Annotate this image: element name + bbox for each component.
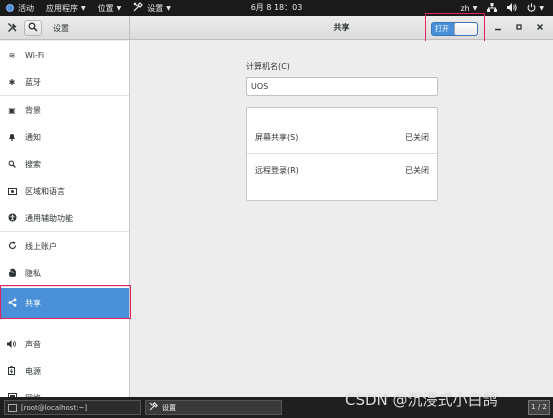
settings-app-label: 设置 (147, 3, 164, 13)
sidebar-item-accessibility[interactable]: 通用辅助功能 (0, 205, 129, 232)
terminal-icon (8, 403, 17, 412)
sidebar-item-wifi[interactable]: ≋ Wi-Fi (0, 42, 129, 69)
activities-label: 活动 (18, 3, 34, 13)
sharing-panel: 计算机名(C) UOS 屏幕共享(S) 已关闭 远程登录(R) 已关闭 (131, 41, 553, 397)
places-menu[interactable]: 位置 ▼ (92, 0, 128, 16)
wifi-icon: ≋ (8, 51, 16, 60)
remote-login-status: 已关闭 (405, 166, 429, 175)
toggle-highlight: 打开 (425, 13, 485, 42)
tools-icon (7, 22, 18, 35)
sidebar-item-background[interactable]: ▣ 背景 (0, 97, 129, 124)
sidebar-item-search[interactable]: 搜索 (0, 151, 129, 178)
watermark: CSDN @沉浸式小白鸽 (345, 391, 498, 409)
list-item-screen-sharing[interactable]: 屏幕共享(S) 已关闭 (247, 121, 437, 154)
toggle-on-label: 打开 (435, 25, 449, 33)
sharing-toggle-switch[interactable]: 打开 (431, 22, 478, 36)
sidebar-header: 设置 (0, 16, 130, 40)
sidebar-title: 设置 (53, 23, 69, 33)
sidebar-item-label: 隐私 (25, 268, 41, 278)
power-icon (7, 366, 17, 377)
camera-icon (7, 187, 17, 197)
sidebar-item-label: 蓝牙 (25, 77, 41, 87)
privacy-icon (7, 268, 17, 279)
power-icon (527, 2, 536, 14)
sharing-options-list: 屏幕共享(S) 已关闭 远程登录(R) 已关闭 (246, 107, 438, 201)
close-button[interactable] (533, 21, 547, 35)
sidebar-item-sound[interactable]: 声音 (0, 331, 129, 358)
bell-icon (7, 133, 17, 143)
sidebar-item-notifications[interactable]: 通知 (0, 124, 129, 151)
screen-sharing-status: 已关闭 (405, 132, 429, 142)
sidebar-item-label: Wi-Fi (25, 51, 45, 60)
computer-name-label: 计算机名(C) (246, 62, 290, 71)
sidebar-item-region-language[interactable]: 区域和语言 (0, 178, 129, 205)
list-item-remote-login[interactable]: 远程登录(R) 已关闭 (247, 154, 437, 187)
clock[interactable]: 6月 8 18：03 (251, 3, 303, 12)
sidebar-item-label: 背景 (25, 106, 41, 115)
sidebar-item-label: 声音 (25, 340, 41, 349)
sidebar-item-label: 区域和语言 (25, 187, 65, 196)
search-button[interactable] (24, 20, 42, 36)
sidebar-item-online-accounts[interactable]: 线上账户 (0, 233, 129, 260)
volume-icon (507, 2, 518, 14)
settings-window: 设置 共享 打开 ≋ Wi-Fi ✱ 蓝牙 ▣ 背景 通知 搜索 区域和语言 通… (0, 13, 553, 397)
taskbar-item-settings[interactable]: 设置 (145, 400, 282, 415)
sidebar-item-label: 搜索 (25, 160, 41, 169)
volume-status[interactable] (502, 0, 522, 16)
minimize-icon (494, 23, 502, 34)
sidebar-item-label: 电源 (25, 367, 41, 376)
chevron-down-icon: ▼ (116, 4, 122, 12)
tools-menu-button[interactable] (3, 20, 21, 36)
computer-name-field[interactable]: UOS (246, 77, 438, 96)
input-method-label: zh (460, 3, 470, 13)
tools-icon (133, 2, 144, 14)
sidebar-item-privacy[interactable]: 隐私 (0, 260, 129, 287)
workspace-switcher[interactable]: 1 / 2 (528, 400, 550, 415)
maximize-button[interactable] (512, 21, 526, 35)
screen-sharing-label: 屏幕共享(S) (255, 132, 299, 142)
remote-login-label: 远程登录(R) (255, 166, 299, 175)
settings-app-menu[interactable]: 设置 ▼ (127, 0, 177, 16)
chevron-down-icon: ▼ (472, 4, 478, 12)
sidebar-item-label: 线上账户 (25, 242, 57, 251)
applications-label: 应用程序 (46, 3, 78, 13)
chevron-down-icon: ▼ (539, 4, 544, 12)
activities-icon (6, 4, 14, 12)
sound-icon (7, 339, 17, 350)
sidebar-item-network[interactable]: 网络 (0, 385, 129, 397)
header-bar: 设置 共享 打开 (0, 13, 553, 42)
close-icon (536, 23, 544, 34)
power-menu[interactable]: ▼ (522, 0, 549, 16)
sidebar-item-label: 通知 (25, 133, 41, 142)
tools-icon (149, 402, 158, 413)
sidebar-item-power[interactable]: 电源 (0, 358, 129, 385)
taskbar-item-label: 设置 (162, 403, 176, 412)
taskbar-item-label: [root@localhost:~] (21, 403, 88, 412)
minimize-button[interactable] (491, 21, 505, 35)
toggle-knob[interactable] (454, 23, 477, 35)
settings-sidebar: ≋ Wi-Fi ✱ 蓝牙 ▣ 背景 通知 搜索 区域和语言 通用辅助功能 线上账… (0, 41, 130, 397)
search-icon (28, 22, 38, 34)
sidebar-item-bluetooth[interactable]: ✱ 蓝牙 (0, 69, 129, 96)
network-status[interactable] (482, 0, 502, 16)
bluetooth-icon: ✱ (8, 77, 16, 87)
chevron-down-icon: ▼ (81, 4, 86, 12)
search-icon (7, 160, 17, 170)
maximize-icon (515, 23, 523, 34)
background-icon: ▣ (8, 106, 16, 115)
taskbar-item-terminal[interactable]: [root@localhost:~] (4, 400, 141, 415)
sidebar-item-label: 通用辅助功能 (25, 213, 73, 223)
online-accounts-icon (7, 241, 17, 252)
applications-menu[interactable]: 应用程序 ▼ (40, 0, 92, 16)
network-icon (487, 2, 498, 14)
panel-title: 共享 (333, 23, 350, 32)
chevron-down-icon: ▼ (166, 4, 171, 12)
sharing-highlight (0, 285, 131, 319)
activities-button[interactable]: 活动 (0, 0, 40, 16)
places-label: 位置 (97, 3, 114, 13)
accessibility-icon (7, 213, 17, 224)
